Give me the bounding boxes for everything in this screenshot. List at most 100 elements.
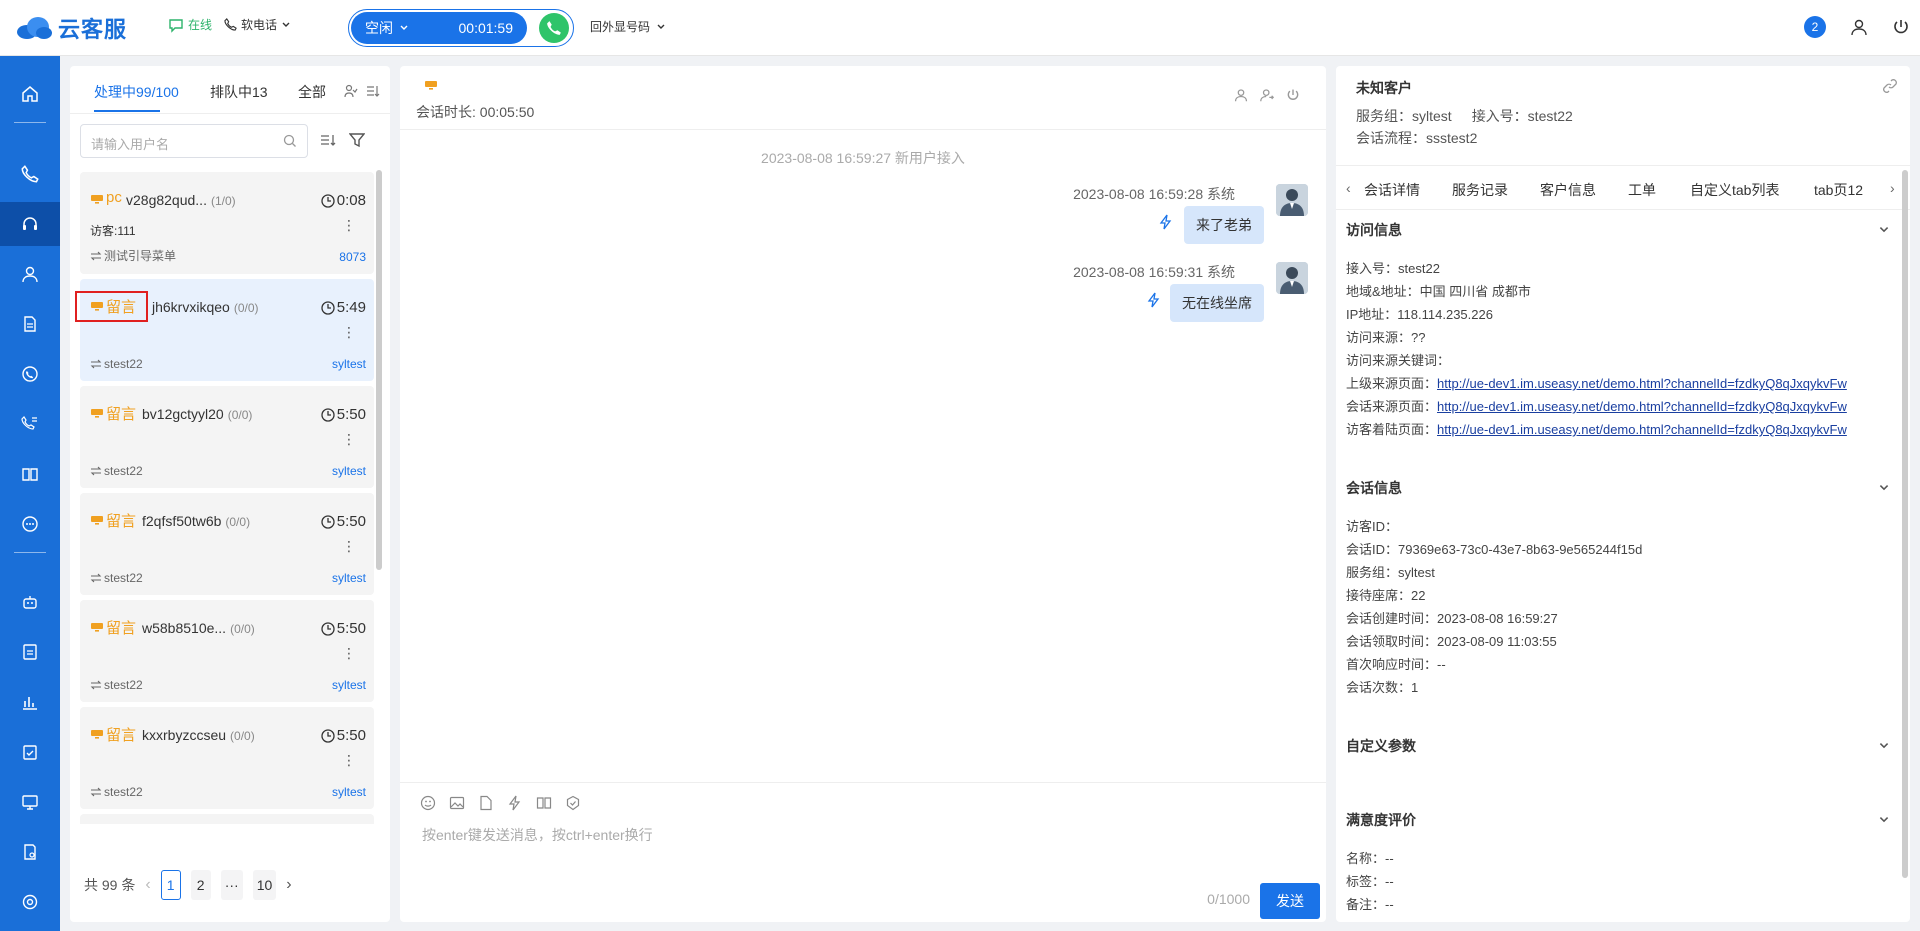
status-online-label: 在线 <box>188 18 213 32</box>
app-logo[interactable]: 云客服 <box>16 12 127 44</box>
sidebar-item-settings[interactable] <box>0 880 60 924</box>
detail-scrollbar[interactable] <box>1902 170 1908 878</box>
resend-icon[interactable] <box>1158 214 1174 230</box>
sidebar-item-monitor[interactable] <box>0 780 60 824</box>
chevron-down-icon[interactable] <box>1878 740 1890 752</box>
session-name: bv12gctyyl20 (0/0) <box>142 406 253 422</box>
more-icon[interactable]: ⋮ <box>342 646 356 660</box>
softphone-dropdown[interactable]: 软电话 <box>224 16 291 33</box>
page-10[interactable]: 10 <box>252 870 277 900</box>
sidebar-item-robot[interactable] <box>0 580 60 624</box>
landing-page-link[interactable]: http://ue-dev1.im.useasy.net/demo.html?c… <box>1437 422 1847 437</box>
sidebar-item-settings-doc[interactable] <box>0 830 60 874</box>
more-icon[interactable]: ⋮ <box>342 325 356 339</box>
sidebar-item-ticket[interactable] <box>0 302 60 346</box>
sidebar-item-call-record[interactable] <box>0 402 60 446</box>
sidebar-item-knowledge[interactable] <box>0 452 60 496</box>
tab-custom-list[interactable]: 自定义tab列表 <box>1690 180 1779 200</box>
user-group-icon[interactable] <box>344 84 358 98</box>
page-1[interactable]: 1 <box>160 870 181 900</box>
clock-icon <box>321 407 335 422</box>
robot-icon <box>23 596 37 609</box>
resend-icon[interactable] <box>1146 292 1162 308</box>
sidebar-item-home[interactable] <box>0 72 60 116</box>
tab-queue[interactable]: 排队中13 <box>210 82 268 102</box>
tab-work-order[interactable]: 工单 <box>1628 180 1656 200</box>
power-icon[interactable] <box>1892 18 1910 36</box>
session-card[interactable]: pc v28g82qud... (1/0) 0:08 ⋮ 访客:111 测试引导菜… <box>80 172 374 274</box>
session-group: stest22 <box>90 357 143 371</box>
transfer-user-icon[interactable] <box>1260 88 1274 102</box>
answer-call-button[interactable] <box>539 13 569 43</box>
user-icon[interactable] <box>1234 88 1248 102</box>
section-title-visit[interactable]: 访问信息 <box>1346 220 1402 240</box>
section-title-custom-params[interactable]: 自定义参数 <box>1346 736 1416 756</box>
evaluate-icon[interactable] <box>565 795 581 811</box>
tab-all[interactable]: 全部 <box>298 82 326 102</box>
sidebar-item-quality[interactable] <box>0 730 60 774</box>
emoji-icon[interactable] <box>420 795 436 811</box>
session-name: f2qfsf50tw6b (0/0) <box>142 513 251 529</box>
session-card[interactable]: 留言 bv12gctyyl20 (0/0) 5:50 ⋮ stest22 sylt… <box>80 386 374 488</box>
power-icon[interactable] <box>1286 88 1300 102</box>
sidebar-item-report-card[interactable] <box>0 630 60 674</box>
knowledge-icon[interactable] <box>536 795 552 811</box>
more-icon[interactable]: ⋮ <box>342 539 356 553</box>
session-list-scrollbar[interactable] <box>376 170 382 570</box>
session-name: v28g82qud... (1/0) <box>126 192 236 208</box>
session-card[interactable]: 留言 w58b8510e... (0/0) 5:50 ⋮ stest22 sylt… <box>80 600 374 702</box>
chevron-down-icon[interactable] <box>1878 814 1890 826</box>
sort-list-icon[interactable] <box>366 84 380 98</box>
more-icon[interactable]: ⋮ <box>342 432 356 446</box>
sidebar-item-whatsapp[interactable] <box>0 352 60 396</box>
info-row: 备注：-- <box>1346 897 1394 912</box>
tabs-prev-icon[interactable]: ‹ <box>1346 180 1351 196</box>
notification-badge[interactable]: 2 <box>1804 16 1826 38</box>
more-icon[interactable]: ⋮ <box>342 753 356 767</box>
image-icon[interactable] <box>449 795 465 811</box>
tab-session-detail[interactable]: 会话详情 <box>1364 180 1420 200</box>
tab-customer-info[interactable]: 客户信息 <box>1540 180 1596 200</box>
file-icon[interactable] <box>478 795 494 811</box>
page-2[interactable]: 2 <box>190 870 211 900</box>
softphone-label: 软电话 <box>241 18 278 32</box>
username-search[interactable]: 请输入用户名 <box>80 124 308 158</box>
section-title-satisfaction[interactable]: 满意度评价 <box>1346 810 1416 830</box>
sort-icon[interactable] <box>320 132 336 148</box>
user-icon[interactable] <box>1850 18 1868 36</box>
tabs-next-icon[interactable]: › <box>1890 180 1895 196</box>
link-icon[interactable] <box>1882 78 1898 94</box>
quick-reply-icon[interactable] <box>507 795 523 811</box>
message-input[interactable]: 按enter键发送消息，按ctrl+enter换行 <box>422 825 653 845</box>
chevron-down-icon[interactable] <box>1878 224 1890 236</box>
tab-page-12[interactable]: tab页12 <box>1814 180 1863 200</box>
search-icon[interactable] <box>283 134 297 148</box>
tab-service-record[interactable]: 服务记录 <box>1452 180 1508 200</box>
sidebar-item-phone[interactable] <box>0 152 60 196</box>
session-group: stest22 <box>90 464 143 478</box>
agent-status[interactable]: 在线 软电话 <box>168 16 291 33</box>
session-source-link[interactable]: http://ue-dev1.im.useasy.net/demo.html?c… <box>1437 399 1847 414</box>
session-card[interactable]: 留言 f2qfsf50tw6b (0/0) 5:50 ⋮ stest22 sylt… <box>80 493 374 595</box>
session-card[interactable]: 留言 kxxrbyzccseu (0/0) 5:50 ⋮ stest22 sylt… <box>80 707 374 809</box>
document-icon <box>24 316 36 332</box>
filter-icon[interactable] <box>349 132 365 148</box>
call-state-select[interactable]: 空闲 <box>365 18 409 38</box>
sidebar-item-message[interactable] <box>0 502 60 546</box>
referrer-page-link[interactable]: http://ue-dev1.im.useasy.net/demo.html?c… <box>1437 376 1847 391</box>
tab-processing[interactable]: 处理中99/100 <box>94 82 179 102</box>
next-page-icon[interactable]: › <box>286 876 291 894</box>
pagination: 共 99 条 ‹ 1 2 ··· 10 › <box>84 870 292 900</box>
send-button[interactable]: 发送 <box>1260 883 1320 919</box>
page-more[interactable]: ··· <box>220 870 243 900</box>
prev-page-icon[interactable]: ‹ <box>145 876 150 894</box>
search-placeholder: 请输入用户名 <box>91 137 170 152</box>
headset-icon <box>23 217 37 230</box>
section-title-session[interactable]: 会话信息 <box>1346 478 1402 498</box>
more-icon[interactable]: ⋮ <box>342 218 356 232</box>
sidebar-item-statistics[interactable] <box>0 680 60 724</box>
sidebar-item-online-service[interactable] <box>0 202 60 246</box>
sidebar-item-customer[interactable] <box>0 252 60 296</box>
outbound-number-dropdown[interactable]: 回外显号码 <box>590 18 666 35</box>
chevron-down-icon[interactable] <box>1878 482 1890 494</box>
